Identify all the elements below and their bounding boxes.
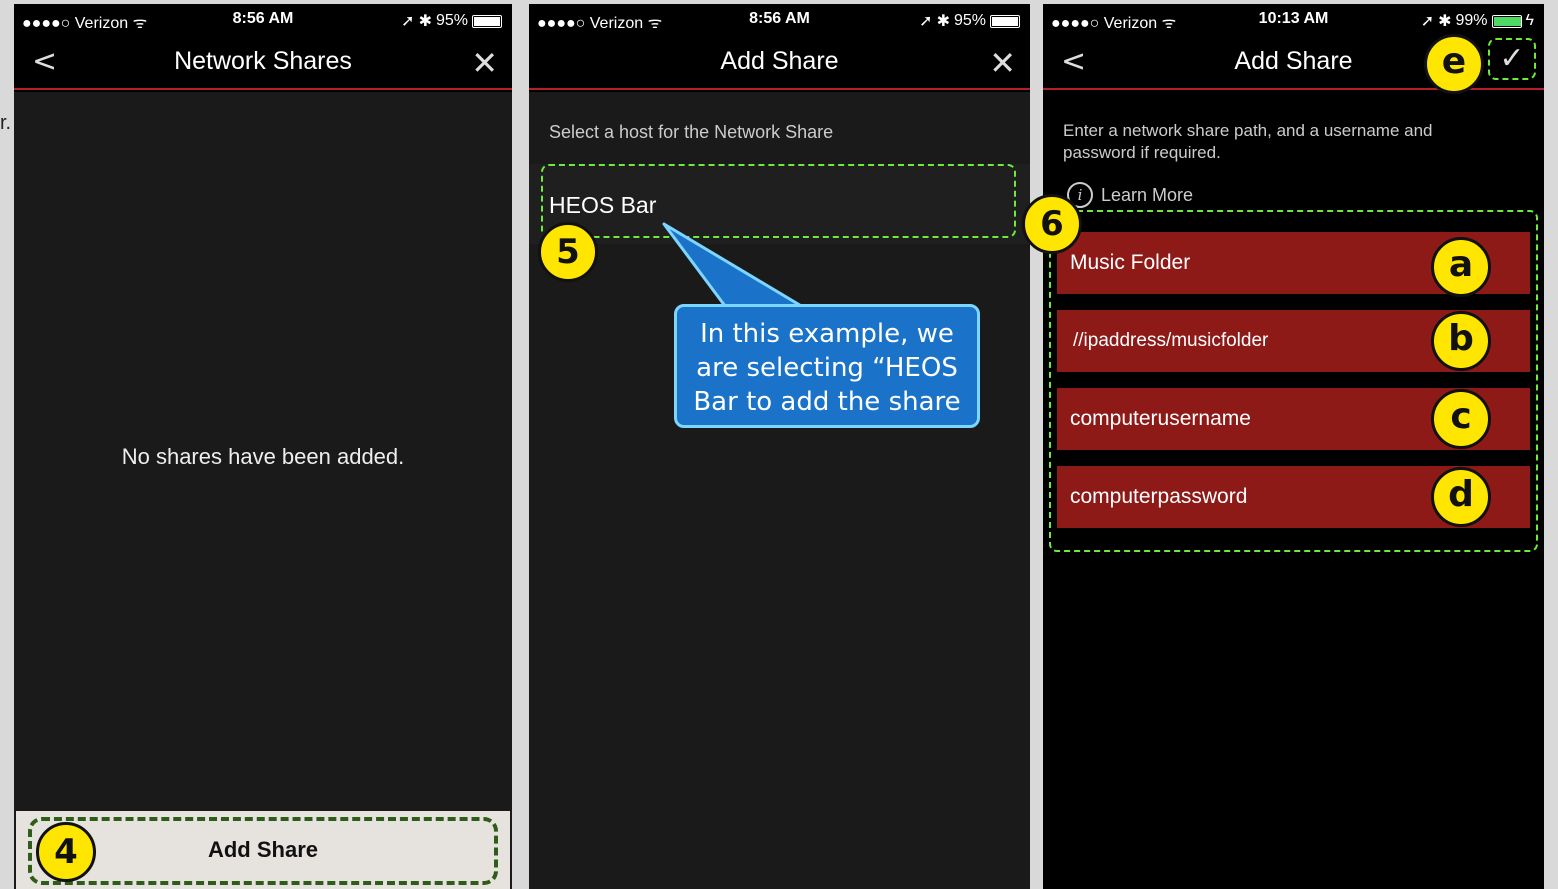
- step-marker-6: 6: [1022, 194, 1082, 254]
- callout-bubble: In this example, we are selecting “HEOS …: [674, 304, 980, 428]
- step-marker-c: c: [1431, 389, 1491, 449]
- step-marker-4: 4: [36, 822, 96, 882]
- step-marker-b: b: [1431, 311, 1491, 371]
- step-marker-a: a: [1431, 237, 1491, 297]
- callout-pointer: [662, 222, 810, 312]
- step-marker-d: d: [1431, 467, 1491, 527]
- step-marker-5: 5: [538, 222, 598, 282]
- step-marker-e: e: [1424, 34, 1484, 94]
